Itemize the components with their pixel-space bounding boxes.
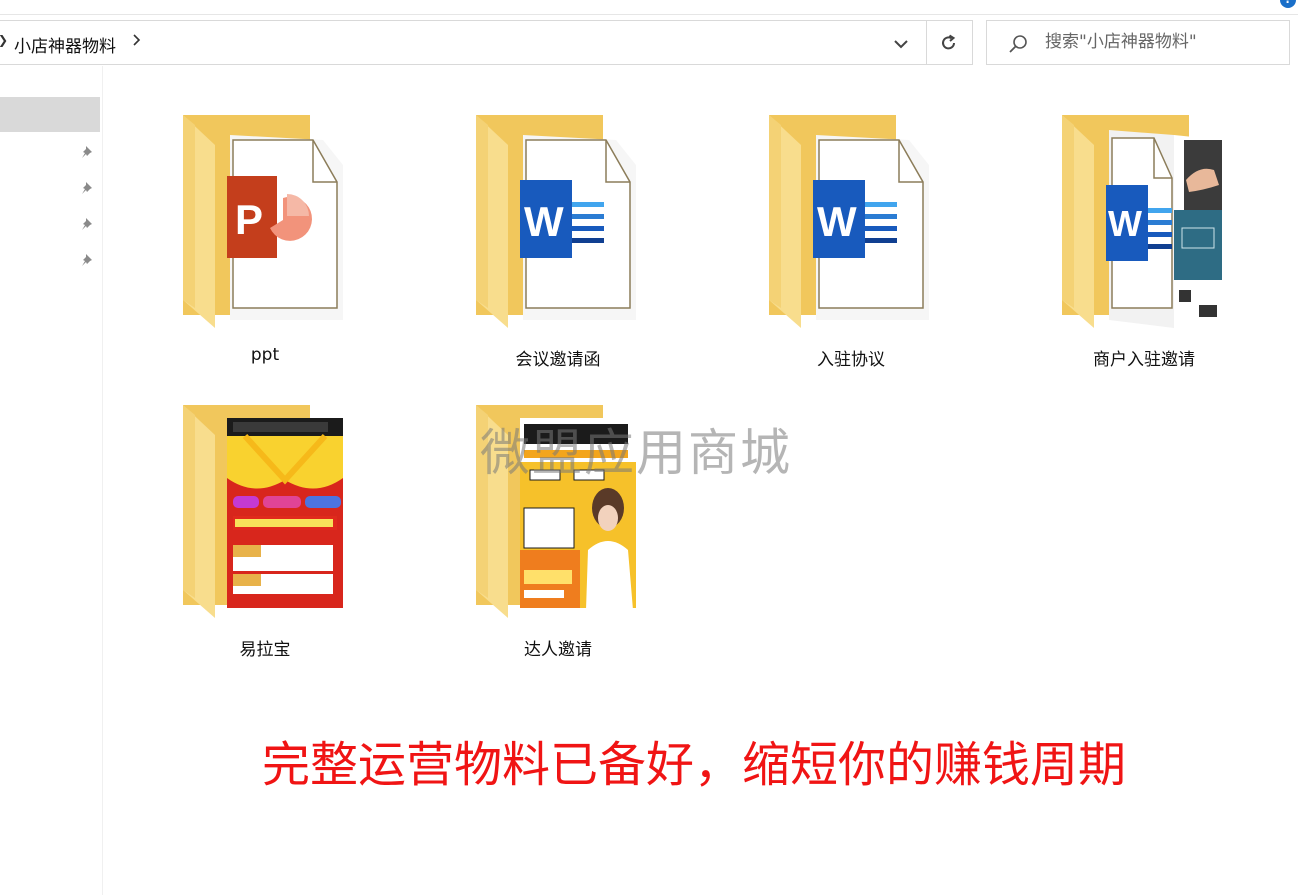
- search-icon: [1009, 35, 1027, 53]
- svg-text:W: W: [1108, 203, 1142, 244]
- nav-item-selected[interactable]: [0, 97, 100, 132]
- powerpoint-folder-icon: P: [183, 115, 343, 328]
- poster-folder-icon: [183, 405, 343, 618]
- svg-text:P: P: [235, 196, 263, 243]
- file-name: 会议邀请函: [515, 350, 601, 370]
- watermark: 微盟应用商城: [480, 424, 792, 482]
- chevron-right-icon[interactable]: ❯: [0, 33, 8, 47]
- pin-icon[interactable]: [80, 144, 96, 160]
- file-item-ppt[interactable]: P ppt: [155, 110, 355, 375]
- refresh-icon: [942, 34, 956, 50]
- breadcrumb-current-folder[interactable]: 小店神器物料: [14, 32, 116, 57]
- file-name: ppt: [250, 345, 280, 365]
- pin-icon[interactable]: [80, 252, 96, 268]
- word-folder-icon: W: [769, 115, 929, 328]
- file-item-entry-agreement[interactable]: W 入驻协议: [741, 110, 941, 375]
- address-history-dropdown-icon[interactable]: [891, 33, 913, 53]
- file-item-merchant-invitation[interactable]: W 商户入驻邀请: [1034, 110, 1234, 375]
- search-box[interactable]: [986, 20, 1290, 65]
- address-bar[interactable]: ❯ 小店神器物料: [0, 20, 973, 65]
- word-folder-icon: W: [476, 115, 636, 328]
- tagline: 完整运营物料已备好，缩短你的赚钱周期: [262, 737, 1127, 793]
- file-name: 达人邀请: [524, 640, 592, 660]
- file-name: 易拉宝: [239, 640, 291, 660]
- pin-icon[interactable]: [80, 180, 96, 196]
- file-item-rollup-banner[interactable]: 易拉宝: [155, 400, 355, 665]
- window-top-strip: ?: [0, 0, 1298, 15]
- svg-text:W: W: [524, 198, 564, 245]
- help-icon[interactable]: ?: [1280, 0, 1296, 8]
- pin-icon[interactable]: [80, 216, 96, 232]
- navigation-pane: [0, 66, 103, 895]
- file-item-meeting-invitation[interactable]: W 会议邀请函: [448, 110, 648, 375]
- word-preview-folder-icon: W: [1062, 115, 1222, 328]
- refresh-button[interactable]: [926, 21, 971, 64]
- svg-text:W: W: [817, 198, 857, 245]
- search-input[interactable]: [1045, 30, 1280, 54]
- breadcrumb-chevron-icon[interactable]: [132, 33, 142, 51]
- file-name: 商户入驻邀请: [1093, 350, 1195, 370]
- file-name: 入驻协议: [817, 350, 885, 370]
